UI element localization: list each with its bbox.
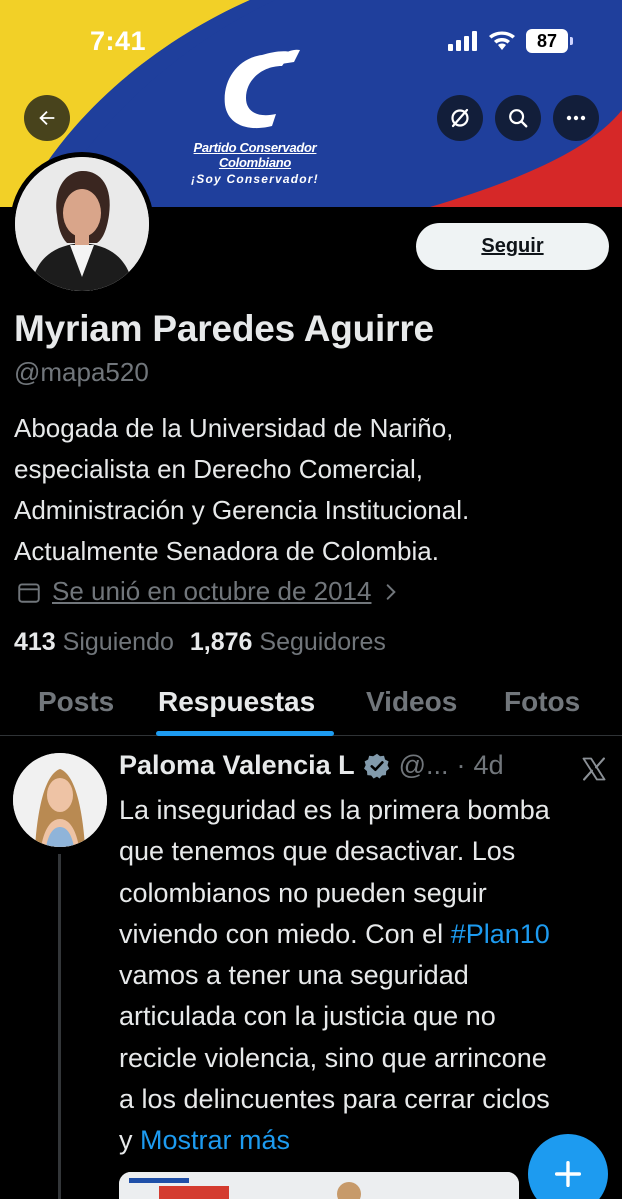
verified-badge-icon bbox=[363, 753, 389, 778]
post-line: colombianos no pueden seguir bbox=[119, 877, 487, 908]
joined-date[interactable]: Se unió en octubre de 2014 bbox=[16, 576, 401, 607]
tab-replies[interactable]: Respuestas bbox=[158, 686, 315, 718]
profile-stats: 413 Siguiendo 1,876 Seguidores bbox=[14, 628, 386, 657]
bio-line: Actualmente Senadora de Colombia. bbox=[14, 536, 439, 566]
search-icon bbox=[509, 109, 528, 128]
plus-icon bbox=[554, 1160, 582, 1188]
battery-indicator: 87 bbox=[526, 29, 573, 53]
arrow-left-icon bbox=[39, 110, 55, 126]
thread-line bbox=[58, 854, 61, 1199]
post-media-preview[interactable] bbox=[119, 1172, 519, 1199]
search-button[interactable] bbox=[495, 95, 541, 141]
post-age: 4d bbox=[473, 750, 504, 780]
post-line: que tenemos que desactivar. Los bbox=[119, 836, 516, 867]
following-count: 413 bbox=[14, 628, 56, 656]
joined-text: Se unió en octubre de 2014 bbox=[52, 576, 372, 606]
grok-icon bbox=[451, 108, 469, 128]
post-line: vamos a tener una seguridad bbox=[119, 960, 469, 991]
status-time: 7:41 bbox=[90, 26, 147, 56]
followers-link[interactable]: 1,876 Seguidores bbox=[190, 628, 386, 657]
following-link[interactable]: 413 Siguiendo bbox=[14, 628, 174, 657]
post-line: viviendo con miedo. Con el bbox=[119, 918, 451, 949]
logo-line-2: ¡Soy Conservador! bbox=[191, 172, 319, 186]
post-line: recicle violencia, sino que arrincone bbox=[119, 1042, 547, 1073]
bio-line: Abogada de la Universidad de Nariño, bbox=[14, 413, 454, 443]
post-line: La inseguridad es la primera bomba bbox=[119, 795, 550, 825]
tab-posts[interactable]: Posts bbox=[38, 686, 114, 718]
followers-count: 1,876 bbox=[189, 628, 253, 656]
post-author-avatar[interactable] bbox=[13, 753, 107, 847]
bio-line: Administración y Gerencia Institucional. bbox=[14, 495, 470, 525]
more-button[interactable] bbox=[553, 95, 599, 141]
more-icon bbox=[566, 115, 586, 121]
grok-button[interactable] bbox=[437, 95, 483, 141]
status-bar: 7:41 87 bbox=[0, 0, 622, 84]
profile-name: Myriam Paredes Aguirre bbox=[14, 308, 434, 349]
profile-tabs: Posts Respuestas Videos Fotos bbox=[0, 672, 622, 736]
profile-bio: Abogada de la Universidad de Nariño, esp… bbox=[14, 408, 614, 572]
tab-photos[interactable]: Fotos bbox=[504, 686, 580, 718]
avatar-photo bbox=[15, 157, 149, 291]
follow-button[interactable]: Seguir bbox=[416, 223, 609, 270]
following-label: Siguiendo bbox=[62, 628, 174, 656]
media-thumbnail bbox=[119, 1172, 519, 1199]
logo-line-1: Partido Conservador Colombiano bbox=[193, 140, 317, 170]
avatar-photo bbox=[13, 753, 107, 847]
post-line: y bbox=[119, 1125, 141, 1156]
wifi-icon bbox=[489, 31, 515, 50]
hashtag-link[interactable]: #Plan10 bbox=[451, 919, 550, 949]
followers-label: Seguidores bbox=[259, 628, 386, 656]
signal-icon bbox=[448, 31, 477, 51]
back-button[interactable] bbox=[24, 95, 70, 141]
profile-avatar[interactable] bbox=[10, 152, 154, 296]
meta-separator: · bbox=[456, 750, 466, 780]
bio-line: especialista en Derecho Comercial, bbox=[14, 454, 423, 484]
post-line: articulada con la justicia que no bbox=[119, 1001, 496, 1032]
status-icons: 87 bbox=[448, 29, 573, 53]
show-more-link[interactable]: Mostrar más bbox=[140, 1125, 290, 1155]
party-logo-text: Partido Conservador Colombiano ¡Soy Cons… bbox=[175, 140, 335, 186]
calendar-icon bbox=[18, 582, 40, 603]
post-author-handle: @... bbox=[398, 750, 449, 780]
post-author-name[interactable]: Paloma Valencia L bbox=[119, 750, 355, 781]
x-logo-icon bbox=[582, 757, 606, 781]
post-text: La inseguridad es la primera bomba que t… bbox=[119, 790, 614, 1162]
tab-videos[interactable]: Videos bbox=[366, 686, 457, 718]
post-header: Paloma Valencia L @... · 4d bbox=[119, 750, 504, 781]
active-tab-indicator bbox=[156, 731, 334, 736]
profile-handle: @mapa520 bbox=[14, 357, 149, 387]
chevron-right-icon bbox=[387, 583, 397, 600]
post-line: a los delincuentes para cerrar ciclos bbox=[119, 1084, 550, 1115]
